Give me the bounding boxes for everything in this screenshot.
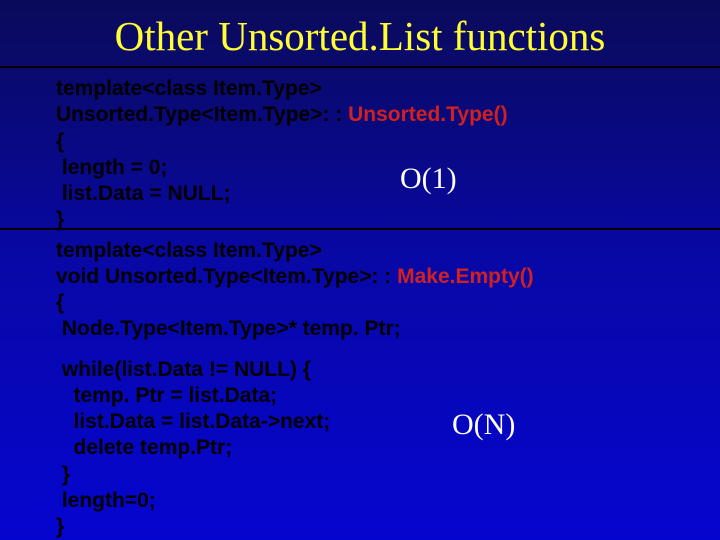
code-line: length=0; (56, 489, 156, 512)
code-line: template<class Item.Type> (56, 77, 322, 100)
code-block-constructor: template<class Item.Type> Unsorted.Type<… (0, 68, 720, 234)
code-line: Unsorted.Type<Item.Type>: : (56, 103, 348, 126)
method-name: Make.Empty() (397, 265, 534, 288)
code-block-makeempty-header: template<class Item.Type> void Unsorted.… (0, 234, 720, 343)
code-line: length = 0; (56, 156, 167, 179)
code-line: { (56, 130, 64, 153)
constructor-name: Unsorted.Type() (348, 103, 507, 126)
code-line: list.Data = list.Data->next; (56, 410, 330, 433)
code-line: Node.Type<Item.Type>* temp. Ptr; (56, 317, 401, 340)
code-line: { (56, 291, 64, 314)
code-line: delete temp.Ptr; (56, 436, 232, 459)
code-line: while(list.Data != NULL) { (56, 358, 311, 381)
code-line: template<class Item.Type> (56, 239, 322, 262)
code-line: } (56, 515, 64, 538)
code-block-makeempty-body: while(list.Data != NULL) { temp. Ptr = l… (0, 343, 720, 540)
code-line: } (56, 463, 70, 486)
slide-title: Other Unsorted.List functions (0, 0, 720, 66)
code-line: void Unsorted.Type<Item.Type>: : (56, 265, 397, 288)
complexity-o1: O(1) (400, 162, 457, 196)
section-divider (0, 228, 720, 230)
code-line: list.Data = NULL; (56, 182, 230, 205)
code-line: temp. Ptr = list.Data; (56, 384, 277, 407)
complexity-on: O(N) (452, 408, 515, 442)
